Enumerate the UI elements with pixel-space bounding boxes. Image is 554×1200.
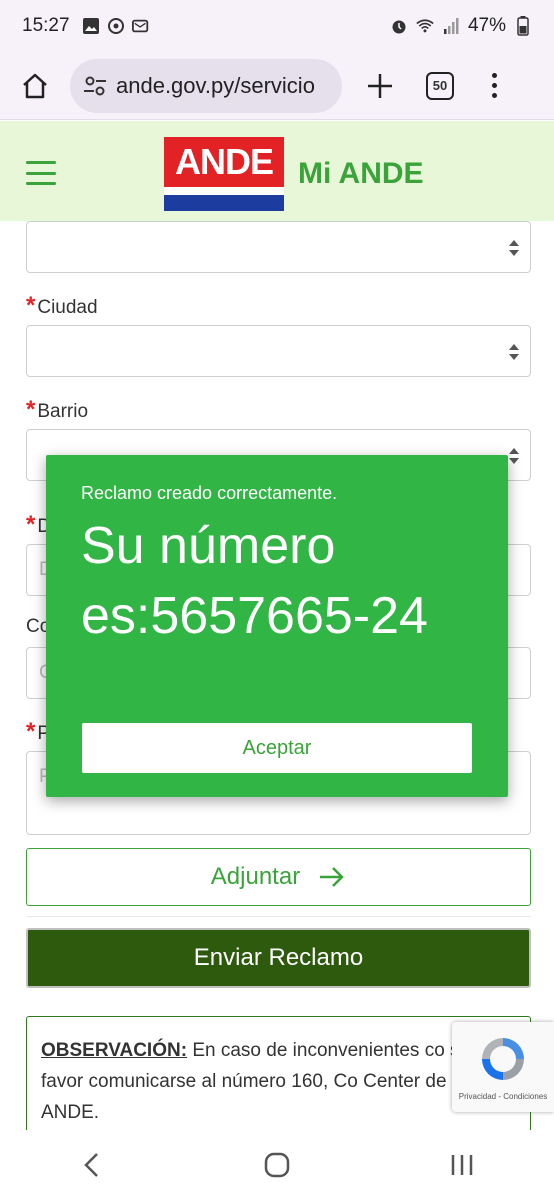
signal-icon [442,17,460,35]
hamburger-menu-icon[interactable] [26,161,56,185]
back-button[interactable] [62,1145,122,1185]
alarm-icon [390,17,408,35]
url-text: ande.gov.py/servicio [116,72,315,98]
ciudad-select[interactable] [26,325,531,377]
success-dialog: Reclamo creado correctamente. Su número … [46,455,508,797]
sync-icon [107,17,125,35]
claim-number-line2: es:5657665-24 [81,587,428,645]
browser-toolbar: ande.gov.py/servicio 50 [0,52,554,120]
logo-text: ANDE [174,141,274,182]
recents-icon [451,1155,472,1175]
new-tab-button[interactable] [364,70,396,102]
divider [26,916,531,917]
home-icon [23,73,47,98]
back-icon [84,1153,99,1177]
ande-logo[interactable]: ANDE [164,137,284,211]
battery-percent: 47% [467,15,506,36]
url-bar[interactable]: ande.gov.py/servicio [70,58,342,113]
arrow-right-icon [320,867,344,887]
aceptar-button[interactable]: Aceptar [82,723,472,773]
select-arrows-icon [509,344,519,360]
home-button[interactable] [14,65,56,107]
recaptcha-terms[interactable]: Privacidad - Condiciones [452,1092,554,1101]
dot-icon [491,93,497,98]
plus-icon [368,73,392,98]
dot-icon [491,73,497,78]
recents-button[interactable] [432,1145,492,1185]
success-message: Reclamo creado correctamente. [81,483,338,503]
site-settings-icon[interactable] [82,73,108,99]
recaptcha-icon [482,1038,524,1080]
adjuntar-button[interactable]: Adjuntar [26,848,531,906]
select-arrows-icon [509,448,519,464]
recaptcha-badge[interactable]: Privacidad - Condiciones [452,1022,554,1112]
message-icon [131,17,150,35]
system-nav-bar [0,1130,554,1200]
site-title: Mi ANDE [298,157,424,190]
home-circle-icon [264,1152,290,1178]
ciudad-label: * Ciudad [26,292,98,319]
select-arrows-icon [509,240,519,256]
site-header: ANDE Mi ANDE [0,121,554,221]
home-nav-button[interactable] [247,1145,307,1185]
observacion-title: OBSERVACIÓN: [41,1040,188,1061]
tab-switcher-button[interactable]: 50 [426,71,454,100]
status-bar: 15:27 47% [0,0,554,52]
claim-number: Su número es:5657665-24 [81,511,501,651]
adjuntar-label: Adjuntar [210,863,301,890]
gallery-icon [82,17,100,35]
dot-icon [491,83,497,88]
status-time: 15:27 [22,15,70,36]
enviar-reclamo-button[interactable]: Enviar Reclamo [26,928,531,988]
barrio-label: * Barrio [26,396,89,423]
battery-icon [514,16,532,36]
claim-number-line1: Su número [81,517,336,575]
department-select[interactable] [26,221,531,273]
wifi-icon [416,17,434,35]
more-menu-button[interactable] [490,73,498,98]
